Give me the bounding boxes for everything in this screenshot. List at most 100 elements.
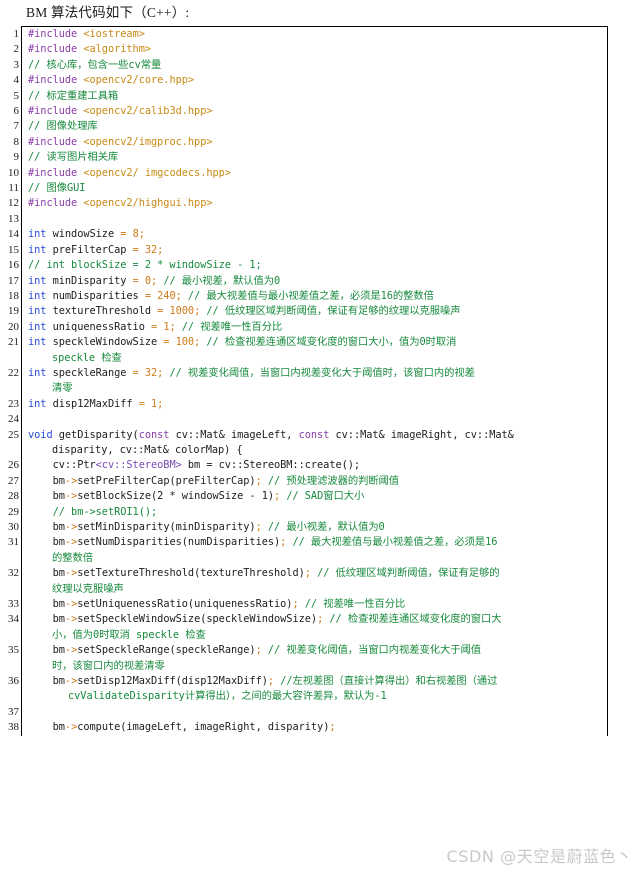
code-line-text: int minDisparity = 0; // 最小视差，默认值为0 bbox=[22, 274, 607, 289]
line-number: 33 bbox=[8, 598, 19, 611]
code-token: setTextureThreshold(textureThreshold) bbox=[77, 567, 305, 580]
code-token: 240 bbox=[157, 289, 176, 302]
line-number: 5 bbox=[13, 89, 20, 102]
code-token: 纹理以克服噪声 bbox=[52, 582, 124, 595]
code-line: 29 // bm->setROI1(); bbox=[8, 505, 607, 520]
code-token: disparity, cv::Mat& colorMap) { bbox=[52, 443, 243, 456]
code-line-continuation: cvValidateDisparity计算得出），之间的最大容许差异，默认为-1 bbox=[28, 689, 607, 704]
code-line: 25 void getDisparity(const cv::Mat& image… bbox=[8, 428, 607, 459]
code-token: bm bbox=[28, 598, 65, 611]
code-token: //左视差图（直接计算得出）和右视差图（通过 bbox=[280, 675, 498, 688]
code-token: // 视差唯一性百分比 bbox=[181, 320, 283, 333]
code-line: 2 #include <algorithm> bbox=[14, 42, 607, 57]
code-line-text: bm->setNumDisparities(numDisparities); /… bbox=[22, 535, 607, 566]
code-line-text: // 标定重建工具箱 bbox=[22, 89, 607, 104]
code-token: // 最大视差值与最小视差值之差，必须是16 bbox=[292, 536, 498, 549]
code-line-text: int speckleRange = 32; // 视差变化阈值，当窗口内视差变… bbox=[22, 366, 607, 397]
code-token: #include bbox=[28, 74, 78, 87]
code-line: 31 bm->setNumDisparities(numDisparities)… bbox=[8, 535, 607, 566]
code-token: int bbox=[28, 274, 47, 287]
code-line-text: bm->setTextureThreshold(textureThreshold… bbox=[22, 566, 607, 597]
code-token: 的整数倍 bbox=[52, 551, 93, 564]
code-line-text: #include <algorithm> bbox=[22, 42, 607, 57]
code-token: // 检查视差连通区域变化度的窗口大 bbox=[329, 613, 502, 626]
code-line: 36 bm->setDisp12MaxDiff(disp12MaxDiff); … bbox=[8, 674, 607, 705]
line-number: 6 bbox=[13, 105, 20, 118]
code-line-text: #include <opencv2/imgproc.hpp> bbox=[22, 135, 607, 150]
code-token: bm bbox=[28, 567, 65, 580]
code-token: compute(imageLeft, imageRight, disparity… bbox=[77, 721, 330, 734]
code-token: // 标定重建工具箱 bbox=[28, 89, 119, 102]
line-number: 36 bbox=[1, 674, 22, 689]
code-line-text: int speckleWindowSize = 100; // 检查视差连通区域… bbox=[22, 335, 607, 366]
code-line: 33 bm->setUniquenessRatio(uniquenessRati… bbox=[8, 597, 607, 612]
code-line-text: void getDisparity(const cv::Mat& imageLe… bbox=[22, 428, 607, 459]
code-token: 1000 bbox=[169, 305, 195, 318]
code-lines-container: 1 #include <iostream> 2 #include <algorithm… bbox=[8, 27, 607, 736]
code-line: 10 #include <opencv2/ imgcodecs.hpp> bbox=[8, 166, 607, 181]
line-number: 26 bbox=[8, 459, 19, 472]
code-line-text: int numDisparities = 240; // 最大视差值与最小视差值… bbox=[22, 289, 607, 304]
code-token: 时，该窗口内的视差清零 bbox=[52, 659, 165, 672]
code-token: -> bbox=[64, 521, 78, 533]
code-token: bm bbox=[28, 474, 65, 487]
line-number: 30 bbox=[8, 521, 19, 533]
line-number: 29 bbox=[8, 505, 19, 518]
code-token: // int blockSize = 2 * windowSize - 1; bbox=[28, 259, 262, 272]
code-line-continuation: 的整数倍 bbox=[28, 551, 607, 566]
code-line: 34 bm->setSpeckleWindowSize(speckleWindo… bbox=[8, 612, 607, 643]
code-line-text: int textureThreshold = 1000; // 低纹理区域判断阈… bbox=[22, 304, 607, 319]
code-token: // 核心库，包含一些cv常量 bbox=[28, 58, 162, 71]
code-token: #include bbox=[28, 43, 78, 56]
code-line-text: bm->setPreFilterCap(preFilterCap); // 预处… bbox=[22, 474, 607, 489]
code-line-text: bm->setUniquenessRatio(uniquenessRatio);… bbox=[22, 597, 607, 612]
code-line-continuation: 小，值为0时取消 speckle 检查 bbox=[28, 628, 607, 643]
code-token: void bbox=[28, 428, 53, 441]
code-token: // 低纹理区域判断阈值，保证有足够的纹理以克服噪声 bbox=[206, 305, 461, 318]
code-token: setMinDisparity(minDisparity) bbox=[77, 521, 256, 533]
line-number: 16 bbox=[8, 259, 19, 272]
code-token: bm bbox=[28, 490, 65, 503]
code-token: -> bbox=[64, 567, 78, 580]
code-line: 8 #include <opencv2/imgproc.hpp> bbox=[14, 135, 607, 150]
code-line: 24 bbox=[8, 412, 607, 427]
code-line-text: // 图像GUI bbox=[22, 181, 607, 196]
code-token: // 检查视差连通区域变化度的窗口大小，值为0时取消 bbox=[206, 336, 457, 349]
line-number: 1 bbox=[13, 28, 20, 40]
code-line-text: // 读写图片相关库 bbox=[22, 150, 607, 165]
code-token: cv::Mat& imageRight, cv::Mat& bbox=[329, 428, 514, 441]
code-block: 1 #include <iostream> 2 #include <algorithm… bbox=[8, 26, 608, 736]
code-line: 20 int uniquenessRatio = 1; // 视差唯一性百分比 bbox=[8, 320, 607, 335]
code-line-text: bm->setBlockSize(2 * windowSize - 1); //… bbox=[22, 489, 607, 504]
line-number: 31 bbox=[1, 535, 22, 550]
code-token: // 预处理滤波器的判断阈值 bbox=[267, 474, 400, 487]
code-token: // 视差变化阈值，当窗口内视差变化大于阈值 bbox=[267, 644, 482, 657]
line-number: 22 bbox=[1, 366, 22, 381]
code-token: disp12MaxDiff bbox=[46, 397, 139, 410]
code-token: bm bbox=[28, 521, 65, 533]
code-line-text: bm->compute(imageLeft, imageRight, dispa… bbox=[22, 720, 607, 735]
code-line: 12 #include <opencv2/highgui.hpp> bbox=[8, 196, 607, 211]
code-line-text: bm->setDisp12MaxDiff(disp12MaxDiff); //左… bbox=[22, 674, 607, 705]
code-token: setPreFilterCap(preFilterCap) bbox=[77, 474, 256, 487]
code-token: 小，值为0时取消 speckle 检查 bbox=[52, 628, 206, 641]
code-token: speckleRange bbox=[46, 366, 133, 379]
code-token: 32 bbox=[144, 366, 158, 379]
line-number: 8 bbox=[13, 135, 20, 148]
line-number: 13 bbox=[8, 212, 19, 225]
code-line-text: // 核心库，包含一些cv常量 bbox=[22, 58, 607, 73]
line-number: 35 bbox=[1, 643, 22, 658]
code-line: 4 #include <opencv2/core.hpp> bbox=[14, 73, 607, 88]
code-token: -> bbox=[64, 474, 78, 487]
code-token: 100 bbox=[175, 336, 195, 349]
code-line-continuation: disparity, cv::Mat& colorMap) { bbox=[28, 443, 607, 458]
code-line: 17 int minDisparity = 0; // 最小视差，默认值为0 bbox=[8, 274, 607, 289]
line-number: 4 bbox=[13, 74, 20, 87]
code-line: 1 #include <iostream> bbox=[14, 27, 607, 42]
code-token: setNumDisparities(numDisparities) bbox=[77, 536, 281, 549]
code-token: preFilterCap bbox=[46, 243, 133, 256]
code-line-text bbox=[22, 212, 607, 227]
code-token: // SAD窗口大小 bbox=[286, 490, 365, 503]
code-token: #include bbox=[28, 105, 78, 118]
code-token: // 图像处理库 bbox=[28, 120, 98, 133]
